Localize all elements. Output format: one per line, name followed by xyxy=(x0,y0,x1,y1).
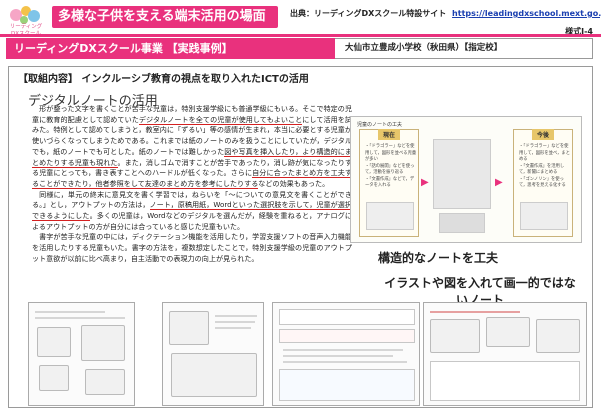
note-sample-1 xyxy=(28,302,135,406)
project-title: リーディングDXスクール事業 【実践事例】 xyxy=(6,38,335,59)
page-title: 多様な子供を支える端末活用の場面 xyxy=(52,6,278,28)
body-paragraph: 同様に，単元の終末に意見文を書く学習では，ねらいを「～についての意見文を書くこと… xyxy=(32,190,353,233)
before-box: 現在 ・「ドラゴラー」などを使用して，図形を並べる児童が多い ・「話の展開」など… xyxy=(359,129,419,237)
school-name: 大仙市立豊成小学校（秋田県）【指定校】 xyxy=(335,38,593,59)
arrow-right-icon: ▶ xyxy=(421,177,429,188)
note-diagram: 児童のノートの工夫 現在 ・「ドラゴラー」などを使用して，図形を並べる児童が多い… xyxy=(350,116,582,243)
tablet-photo xyxy=(433,139,491,209)
source-label: 出典：リーディングDXスクール特設サイト xyxy=(290,9,447,18)
source-link[interactable]: https://leadingdxschool.mext.go.jp/ xyxy=(452,9,601,18)
highlighted-phrase: デジタルノートを全ての児童が使用してもよいこと xyxy=(138,114,303,125)
diagram-title: 児童のノートの工夫 xyxy=(357,122,403,128)
before-image xyxy=(366,202,414,230)
activity-heading: 【取組内容】 インクルーシブ教育の視点を取り入れたICTの活用 xyxy=(18,74,309,85)
note-photo xyxy=(439,213,485,233)
before-label: 現在 xyxy=(377,129,401,140)
text-segment: 書字が苦手な児童の中には，ディクテーション機能を活用したり，学習支援ソフトの音声… xyxy=(32,232,352,263)
source-line: 出典：リーディングDXスクール特設サイト https://leadingdxsc… xyxy=(290,8,601,19)
note-sample-3 xyxy=(272,302,420,406)
header-divider xyxy=(0,34,601,37)
before-items: ・「ドラゴラー」などを使用して，図形を並べる児童が多い ・「話の展開」などを使っ… xyxy=(365,144,417,188)
after-box: 今後 ・「ドラゴラー」などを使用して，図形を並べ，まとめる ・「文書作成」を活用… xyxy=(513,129,573,237)
caption-structured-note: 構造的なノートを工夫 xyxy=(378,251,499,265)
text-segment: などの効果もあった。 xyxy=(258,178,330,188)
note-sample-4 xyxy=(423,302,587,406)
arrow-right-icon: ▶ xyxy=(495,177,503,188)
note-sample-2 xyxy=(162,302,264,406)
after-label: 今後 xyxy=(531,129,555,140)
body-text: 形が整った文字を書くことが苦手な児童は，特別支援学級にも普通学級にもいる。そこで… xyxy=(32,104,353,265)
after-items: ・「ドラゴラー」などを使用して，図形を並べ，まとめる ・「文書作成」を活用して，… xyxy=(519,144,571,188)
body-paragraph: 形が整った文字を書くことが苦手な児童は，特別支援学級にも普通学級にもいる。そこで… xyxy=(32,104,352,190)
after-image xyxy=(520,202,568,230)
body-paragraph: 書字が苦手な児童の中には，ディクテーション機能を活用したり，学習支援ソフトの音声… xyxy=(32,232,352,264)
